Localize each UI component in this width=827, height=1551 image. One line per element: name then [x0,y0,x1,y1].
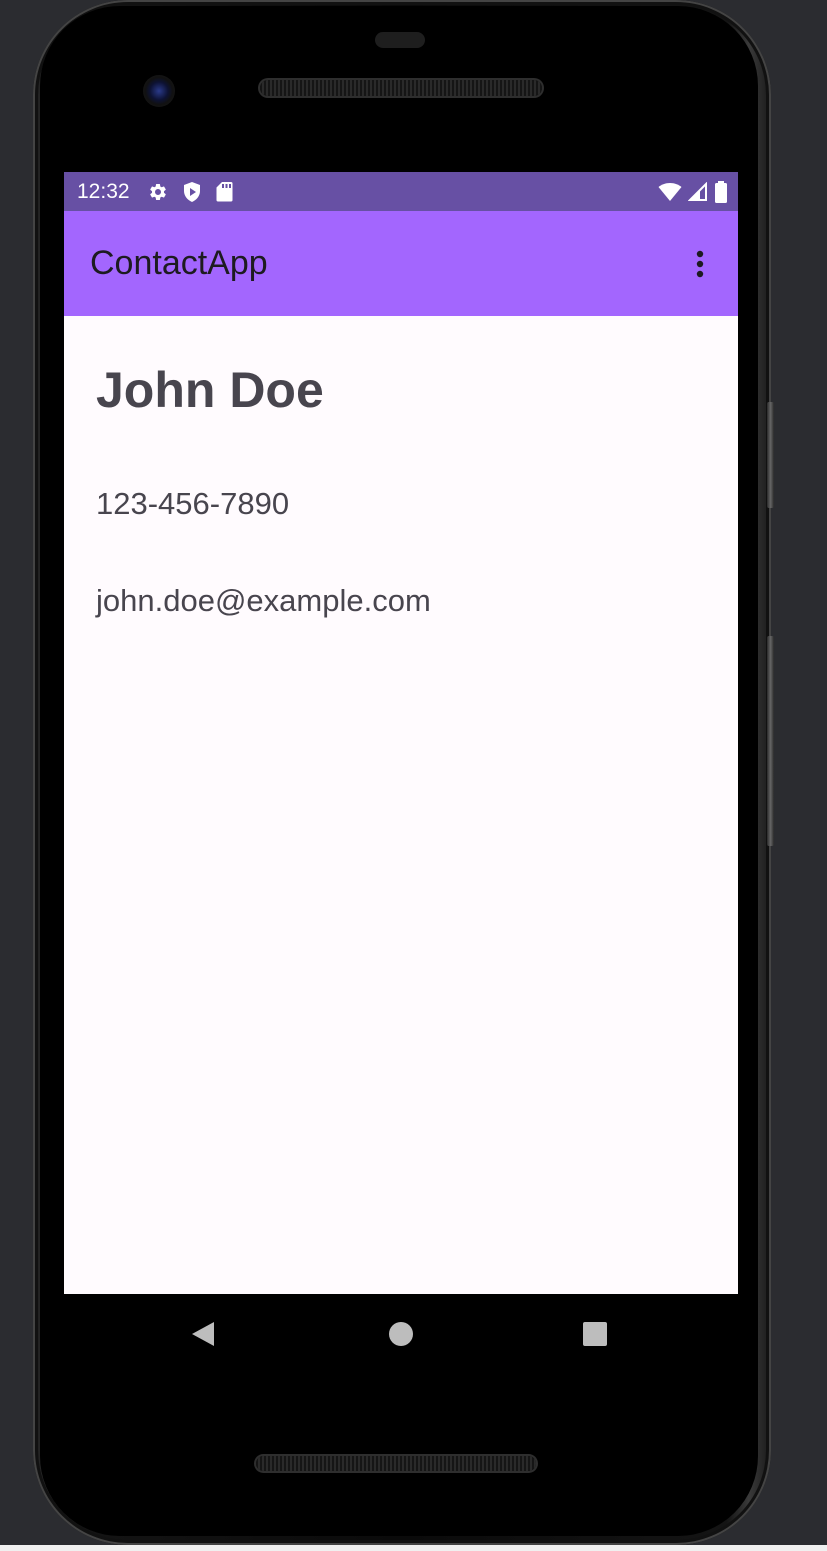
home-icon[interactable] [387,1320,415,1348]
app-bar: ContactApp [64,211,738,316]
shield-play-icon [182,181,202,203]
device-screen: 12:32 ContactApp John Doe 123-456-7890 j… [64,172,738,1294]
recents-icon[interactable] [581,1320,609,1348]
front-camera [143,75,175,107]
app-title: ContactApp [90,244,268,282]
status-bar: 12:32 [64,172,738,211]
sd-card-icon [216,181,233,202]
power-button [767,402,774,508]
status-notification-icons [148,181,233,203]
contact-email: john.doe@example.com [96,583,431,618]
status-time: 12:32 [77,179,130,203]
status-system-icons [658,180,728,203]
earpiece-speaker [260,80,542,96]
contact-phone: 123-456-7890 [96,486,290,521]
cell-signal-icon [688,181,708,202]
battery-icon [714,180,728,203]
more-vert-icon[interactable] [686,244,714,284]
bottom-speaker [256,1456,536,1471]
contact-name: John Doe [96,362,324,418]
volume-rocker [767,636,774,846]
wifi-icon [658,182,682,202]
window-bottom-edge [0,1545,827,1551]
contact-details: John Doe 123-456-7890 john.doe@example.c… [64,316,738,619]
gear-icon [148,182,168,202]
navigation-bar [64,1294,738,1374]
proximity-sensor [375,32,425,48]
back-icon[interactable] [189,1320,217,1348]
